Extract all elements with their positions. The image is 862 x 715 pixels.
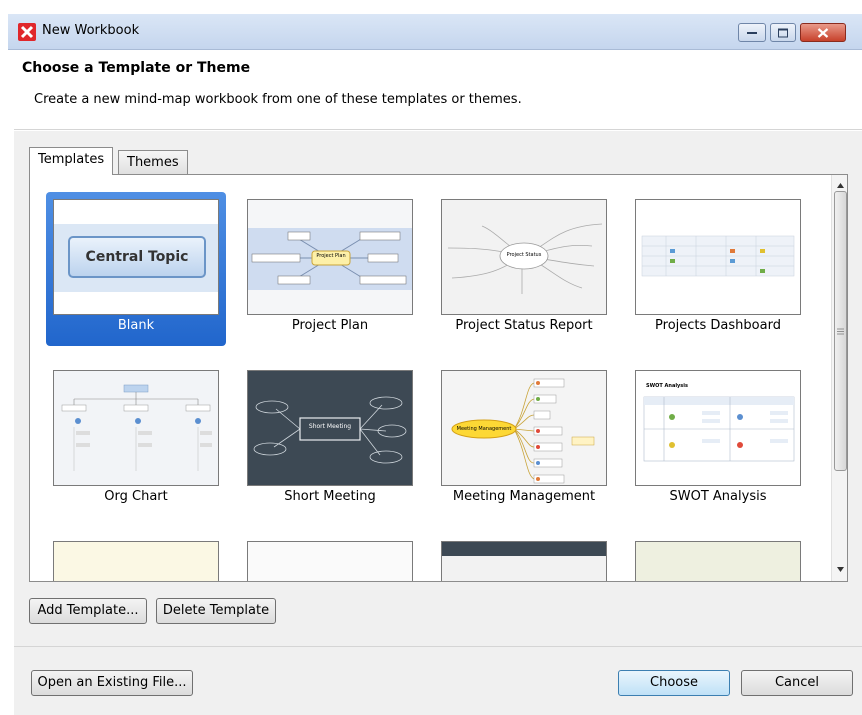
template-label: Project Status Report: [455, 318, 593, 333]
central-node-text: Short Meeting: [308, 423, 352, 430]
vertical-scrollbar[interactable]: [831, 175, 847, 581]
template-label: Projects Dashboard: [655, 318, 781, 333]
open-existing-file-button[interactable]: Open an Existing File...: [31, 670, 193, 696]
template-partial-2[interactable]: [240, 534, 420, 581]
close-icon: [817, 27, 829, 38]
template-projects-dashboard[interactable]: Projects Dashboard: [628, 192, 808, 346]
template-label: Project Plan: [291, 318, 369, 333]
template-meeting-management[interactable]: Meeting Management Meeting Management: [434, 363, 614, 517]
app-logo-icon: [18, 23, 36, 41]
window-title: New Workbook: [42, 23, 140, 38]
template-thumbnail: SWOT Analysis: [635, 370, 801, 486]
template-swot-analysis[interactable]: SWOT Analysis SWOT Analysis: [628, 363, 808, 517]
table-title-text: SWOT Analysis: [646, 383, 688, 389]
template-org-chart[interactable]: Org Chart: [46, 363, 226, 517]
minimize-icon: [747, 31, 757, 34]
dialog-body: Templates Themes Central Topic Blank Pro…: [14, 131, 862, 646]
tab-themes[interactable]: Themes: [118, 150, 188, 176]
central-node-text: Meeting Management: [456, 426, 512, 432]
grip-icon: [837, 328, 844, 335]
template-thumbnail: [635, 541, 801, 581]
dashboard-table-preview: [641, 235, 795, 277]
template-thumbnail: [441, 541, 607, 581]
choose-button[interactable]: Choose: [618, 670, 730, 696]
template-thumbnail: [53, 370, 219, 486]
add-template-button[interactable]: Add Template...: [29, 598, 147, 624]
template-thumbnail: Project Status: [441, 199, 607, 315]
template-thumbnail: Project Plan: [247, 199, 413, 315]
minimize-button[interactable]: [738, 23, 766, 42]
maximize-button[interactable]: [770, 23, 796, 42]
title-bar[interactable]: New Workbook: [8, 14, 862, 50]
org-chart-diagram: [61, 384, 212, 471]
close-button[interactable]: [800, 23, 846, 42]
template-blank[interactable]: Central Topic Blank: [46, 192, 226, 346]
dialog-footer: Open an Existing File... Choose Cancel: [14, 647, 862, 715]
template-project-plan[interactable]: Project Plan Project Plan: [240, 192, 420, 346]
template-label: SWOT Analysis: [669, 489, 767, 504]
scroll-up-icon[interactable]: [836, 181, 845, 190]
template-thumbnail: [53, 541, 219, 581]
central-node-text: Project Plan: [316, 253, 346, 259]
template-project-status-report[interactable]: Project Status Project Status Report: [434, 192, 614, 346]
template-thumbnail: [635, 199, 801, 315]
scroll-down-icon[interactable]: [836, 565, 845, 574]
template-partial-3[interactable]: [434, 534, 614, 581]
template-thumbnail: Short Meeting: [247, 370, 413, 486]
template-label: Meeting Management: [452, 489, 596, 504]
dialog-header: Choose a Template or Theme Create a new …: [14, 50, 862, 130]
central-topic-node: Central Topic: [68, 236, 206, 278]
header-title: Choose a Template or Theme: [22, 60, 251, 76]
template-thumbnail: Central Topic: [53, 199, 219, 315]
template-label: Short Meeting: [284, 489, 376, 504]
template-label: Org Chart: [104, 489, 168, 504]
cancel-button[interactable]: Cancel: [741, 670, 853, 696]
template-gallery: Central Topic Blank Project Plan Project…: [29, 174, 848, 582]
scrollbar-thumb[interactable]: [834, 191, 847, 471]
template-short-meeting[interactable]: Short Meeting Short Meeting: [240, 363, 420, 517]
template-partial-4[interactable]: [628, 534, 808, 581]
maximize-icon: [778, 28, 788, 37]
template-partial-1[interactable]: [46, 534, 226, 581]
template-thumbnail: Meeting Management: [441, 370, 607, 486]
central-node-text: Project Status: [506, 252, 542, 258]
header-description: Create a new mind-map workbook from one …: [34, 92, 522, 107]
template-thumbnail: [247, 541, 413, 581]
tab-templates[interactable]: Templates: [29, 147, 114, 175]
delete-template-button[interactable]: Delete Template: [156, 598, 276, 624]
template-label: Blank: [117, 318, 155, 333]
